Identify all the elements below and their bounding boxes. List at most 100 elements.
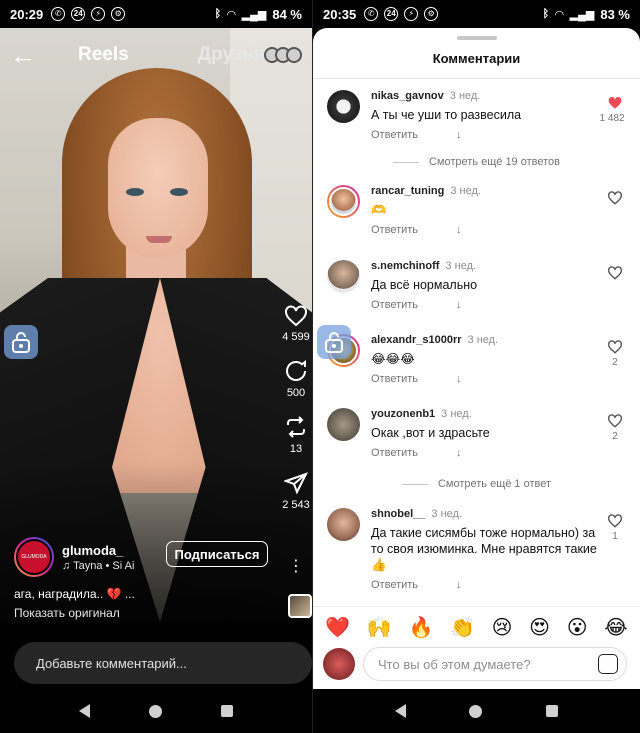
comment-text: А ты че уши то развесила [371,108,522,122]
comment-text: 😂😂😂 [371,352,415,366]
signal-icon: ▂▄▆ [569,8,595,21]
reply-button[interactable]: Ответить [371,129,418,141]
comment-like[interactable]: 1 [603,514,627,542]
nav-back-icon[interactable] [79,704,91,718]
comment-count: 500 [286,387,306,399]
reel-actions: 4 599 500 13 2 543 [280,305,312,527]
author-username[interactable]: glumoda_ [62,543,134,558]
reaction-surprised[interactable]: 😮 [567,615,588,640]
status-bar: 20:29 ✆ 24 ⚡ ⚙ ᛒ ◠ ▂▄▆ 84 % [0,0,312,28]
comment-username[interactable]: rancar_tuning [371,185,444,197]
reel-video[interactable] [0,28,312,622]
status-time: 20:29 [10,6,44,22]
heart-icon [607,191,623,205]
add-comment-input[interactable]: Добавьте комментарий... [14,642,312,684]
sticker-icon[interactable] [598,654,618,674]
back-arrow-icon[interactable]: ← [10,40,40,71]
comment-username[interactable]: s.nemchinoff [371,260,439,272]
view-more-replies[interactable]: Смотреть ещё 1 ответ [313,478,640,490]
reaction-laughing[interactable]: 😂 [604,615,627,640]
comment-like-count: 2 [612,431,618,442]
comment-like[interactable]: 1 482 [599,96,627,124]
comment-avatar[interactable] [327,508,360,541]
audio-thumbnail[interactable] [288,594,312,618]
nav-home-icon[interactable] [148,704,162,718]
comment-bubble-icon [286,359,306,381]
nav-back-icon[interactable] [394,704,406,718]
friends-avatars[interactable] [264,47,302,63]
like-action[interactable]: 4 599 [280,305,312,343]
signal-icon: ▂▄▆ [241,8,267,21]
comment-item: youzonenb1 3 нед. Окак ,вот и здрасьте От… [327,408,627,464]
follow-button[interactable]: Подписаться [166,541,268,567]
comment-input[interactable]: Что вы об этом думаете? [363,647,627,681]
bolt-icon: ⚡ [404,7,419,21]
comment-username[interactable]: alexandr_s1000rr [371,334,462,346]
comment-text: 🫶 [371,203,387,217]
reaction-raised-hands[interactable]: 🙌 [367,615,392,640]
nav-recents-icon[interactable] [220,705,233,717]
heart-icon [607,414,623,428]
translate-arrow-icon[interactable]: ↓ [456,224,462,236]
eye-right [170,188,188,196]
comment-avatar[interactable] [327,260,360,293]
comment-avatar[interactable] [327,185,360,218]
nav-recents-icon[interactable] [546,705,559,717]
comment-like[interactable]: 2 [603,340,627,368]
lock-overlay-icon[interactable] [4,325,38,359]
reel-caption[interactable]: ага, наградила.. 💔 ... [14,587,135,601]
reply-button[interactable]: Ответить [371,299,418,311]
more-options-icon[interactable]: ⋮ [288,556,304,576]
sheet-drag-handle[interactable] [456,36,497,40]
translate-arrow-icon[interactable]: ↓ [456,299,462,311]
comment-like-count: 1 482 [599,113,625,124]
view-more-replies[interactable]: Смотреть ещё 19 ответов [313,156,640,168]
friends-tab[interactable]: Друзья [198,44,265,66]
comment-username[interactable]: shnobel__ [371,508,425,520]
translate-arrow-icon[interactable]: ↓ [456,579,462,591]
comment-username[interactable]: nikas_gavnov [371,90,444,102]
comment-time: 3 нед. [445,260,477,272]
comment-text: Да такие сисямбы тоже нормально) за то с… [371,526,597,572]
translate-arrow-icon[interactable]: ↓ [456,447,462,459]
battery-percent: 83 % [600,6,630,22]
battery-percent: 84 % [272,6,302,22]
comment-action[interactable]: 500 [280,359,312,399]
reply-button[interactable]: Ответить [371,579,418,591]
reply-button[interactable]: Ответить [371,224,418,236]
reaction-heart-eyes[interactable]: 😍 [529,615,550,640]
music-label[interactable]: ♫ Tayna • Si Ai [62,560,134,572]
reaction-heart[interactable]: ❤️ [325,615,350,640]
nav-home-icon[interactable] [469,704,483,718]
share-count: 2 543 [282,499,310,511]
repost-action[interactable]: 13 [280,415,312,455]
comment-avatar[interactable] [327,90,360,123]
gear-icon: ⚙ [111,7,126,21]
comment-time: 3 нед. [467,334,499,346]
reaction-crying[interactable]: 😢 [492,615,513,640]
bolt-icon: ⚡ [91,7,106,21]
translate-arrow-icon[interactable]: ↓ [456,129,462,141]
sheet-divider [313,78,640,79]
comment-avatar[interactable] [327,408,360,441]
share-action[interactable]: 2 543 [280,471,312,511]
comment-username[interactable]: youzonenb1 [371,408,435,420]
reaction-fire[interactable]: 🔥 [408,615,433,640]
reel-author[interactable]: GLUMODA glumoda_ ♫ Tayna • Si Ai [14,537,134,577]
comment-like[interactable] [603,266,627,283]
comment-like[interactable]: 2 [603,414,627,442]
author-avatar[interactable]: GLUMODA [14,537,54,577]
notification-badge-icon: 24 [71,7,86,21]
reply-button[interactable]: Ответить [371,373,418,385]
reel-header: ← Reels Друзья [10,40,302,70]
gear-icon: ⚙ [424,7,439,21]
comment-item: shnobel__ 3 нед. Да такие сисямбы тоже но… [327,508,627,594]
reels-tab[interactable]: Reels [78,44,129,66]
comment-like[interactable] [603,191,627,208]
reply-button[interactable]: Ответить [371,447,418,459]
show-original-link[interactable]: Показать оригинал [14,606,120,620]
comment-text: Окак ,вот и здрасьте [371,426,490,440]
translate-arrow-icon[interactable]: ↓ [456,373,462,385]
reaction-clap[interactable]: 👏 [450,615,475,640]
lock-overlay-icon[interactable] [317,325,351,359]
